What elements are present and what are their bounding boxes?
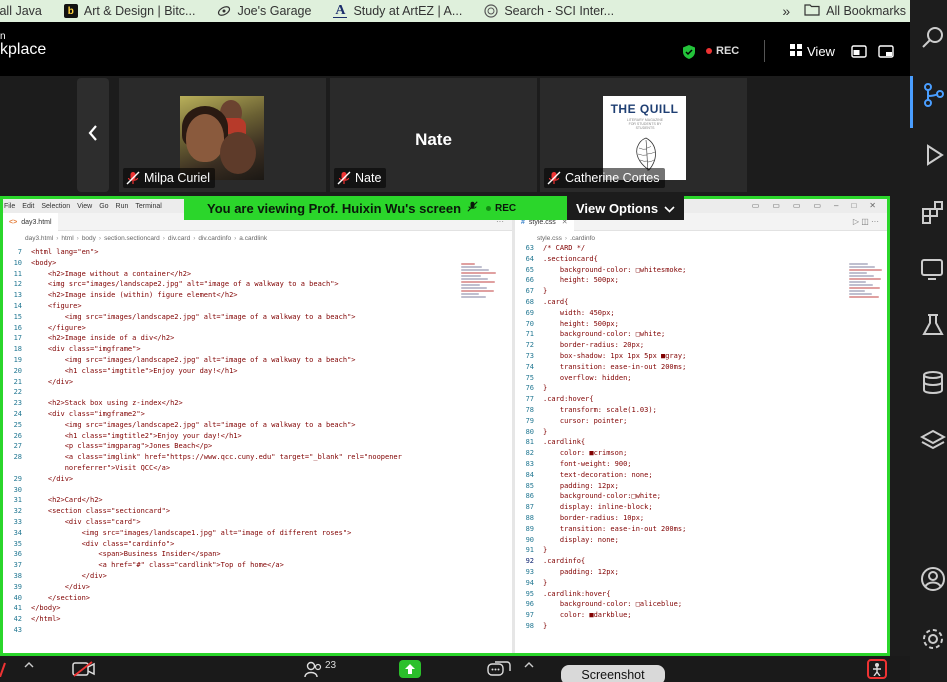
leave-button[interactable] <box>867 659 887 679</box>
participant-name-tag: Milpa Curiel <box>123 168 215 188</box>
participant-count: 23 <box>325 660 337 671</box>
extensions-icon[interactable] <box>920 200 946 226</box>
source-control-icon[interactable] <box>920 82 946 108</box>
more-bookmarks-button[interactable]: » <box>782 3 790 19</box>
previous-page-button[interactable] <box>77 78 109 192</box>
bookmarks-bar: tall Java b Art & Design | Bitc... Joe's… <box>0 0 910 22</box>
caret-up-icon[interactable] <box>524 661 534 669</box>
recording-indicator[interactable]: REC <box>706 45 739 57</box>
sci-icon <box>484 4 498 18</box>
bookmark-bitcoin[interactable]: b Art & Design | Bitc... <box>63 4 196 18</box>
all-bookmarks-button[interactable]: All Bookmarks <box>804 3 906 19</box>
mute-button[interactable] <box>0 661 6 677</box>
bookmark-label: Art & Design | Bitc... <box>83 4 196 18</box>
share-banner: You are viewing Prof. Huixin Wu's screen… <box>184 196 684 220</box>
participants-button[interactable] <box>304 661 324 678</box>
muted-mic-icon <box>126 171 140 185</box>
search-icon[interactable] <box>920 24 946 50</box>
bookmark-joes-garage[interactable]: Joe's Garage <box>217 4 311 18</box>
participant-name-tag: Nate <box>334 168 387 188</box>
screenshot-tooltip: Screenshot <box>561 665 665 682</box>
bookmark-label: Study at ArtEZ | A... <box>353 4 463 18</box>
grid-view-icon <box>790 44 802 59</box>
meeting-title: n kplace <box>0 31 47 58</box>
garage-icon <box>217 4 231 18</box>
view-button[interactable]: View <box>790 44 835 59</box>
minimize-window-icon[interactable] <box>878 45 894 63</box>
layers-icon[interactable] <box>920 428 946 454</box>
chevron-left-icon <box>88 124 98 146</box>
run-debug-icon[interactable] <box>920 142 946 168</box>
rec-dot-icon <box>706 48 712 54</box>
encryption-shield-icon[interactable] <box>681 44 697 60</box>
bookmark-sci[interactable]: Search - SCI Inter... <box>484 4 614 18</box>
zoom-window: tall Java b Art & Design | Bitc... Joe's… <box>0 0 947 682</box>
bookmark-java[interactable]: tall Java <box>0 4 42 18</box>
share-status-text: You are viewing Prof. Huixin Wu's screen <box>207 200 462 216</box>
testing-flask-icon[interactable] <box>920 312 946 338</box>
participant-tile[interactable]: Milpa Curiel <box>119 78 326 192</box>
share-screen-button[interactable] <box>399 660 421 678</box>
rec-dot-icon <box>486 205 492 211</box>
folder-icon <box>804 3 820 19</box>
participant-name-tag: Catherine Cortes <box>544 168 665 188</box>
bitcoin-icon: b <box>63 4 78 18</box>
account-icon[interactable] <box>920 566 946 592</box>
meeting-top-bar: n kplace REC View <box>0 22 910 76</box>
muted-mic-icon <box>467 199 478 217</box>
picture-in-picture-icon[interactable] <box>851 45 867 63</box>
share-rec-indicator: REC <box>486 203 516 214</box>
bookmark-label: Joe's Garage <box>237 4 312 18</box>
share-frame <box>0 196 890 656</box>
active-indicator <box>910 76 913 128</box>
bookmark-artez[interactable]: A Study at ArtEZ | A... <box>333 2 463 18</box>
muted-mic-icon <box>337 171 351 185</box>
all-bookmarks-label: All Bookmarks <box>826 4 906 18</box>
right-sidebar <box>910 0 947 682</box>
meeting-controls-bar: 23 Screenshot <box>0 656 910 682</box>
participant-display-name: Nate <box>415 130 452 149</box>
bookmark-label: tall Java <box>0 4 42 18</box>
artez-icon: A <box>333 2 348 18</box>
caret-up-icon[interactable] <box>24 661 34 669</box>
stop-video-button[interactable] <box>72 661 96 677</box>
view-options-button[interactable]: View Options <box>567 196 684 220</box>
participant-tile[interactable]: Nate Nate <box>330 78 537 192</box>
database-icon[interactable] <box>920 370 946 396</box>
muted-mic-icon <box>547 171 561 185</box>
bookmark-label: Search - SCI Inter... <box>504 4 615 18</box>
settings-gear-icon[interactable] <box>920 626 946 652</box>
participant-tile[interactable]: THE QUILL LITERARY MAGAZINE FOR STUDENTS… <box>540 78 747 192</box>
remote-explorer-icon[interactable] <box>920 256 946 282</box>
divider <box>764 40 765 62</box>
chevron-down-icon <box>664 201 675 216</box>
participant-strip: Milpa Curiel Nate Nate THE QUILL LITERAR… <box>0 76 910 196</box>
chat-button[interactable] <box>487 661 511 679</box>
